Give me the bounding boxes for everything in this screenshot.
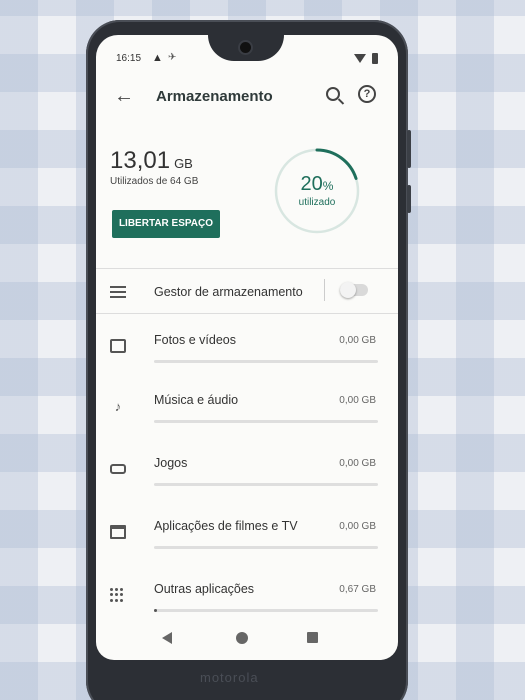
usage-percent-value: 20 (300, 173, 323, 195)
divider (96, 313, 398, 314)
category-bar (154, 420, 378, 423)
category-bar (154, 546, 378, 549)
category-size: 0,00 GB (339, 458, 376, 469)
film-icon (110, 525, 126, 539)
gamepad-icon (110, 464, 126, 474)
category-bar-fill (154, 609, 157, 612)
used-of-total: Utilizados de 64 GB (110, 176, 199, 187)
category-label: Aplicações de filmes e TV (154, 519, 298, 533)
category-label: Música e áudio (154, 393, 239, 407)
category-row-music[interactable]: ♪ Música e áudio 0,00 GB (96, 385, 398, 445)
category-bar (154, 609, 378, 612)
list-icon (110, 286, 126, 301)
brand-logo: motorola (200, 670, 259, 685)
page-title: Armazenamento (156, 88, 273, 105)
separator (324, 279, 325, 301)
nav-recents-icon[interactable] (307, 632, 318, 643)
nav-back-icon[interactable] (162, 632, 172, 644)
help-icon[interactable]: ? (358, 85, 376, 103)
category-label: Fotos e vídeos (154, 333, 236, 347)
music-note-icon: ♪ (114, 399, 122, 414)
used-value: 13,01 (110, 147, 171, 174)
usage-label: utilizado (298, 197, 336, 208)
photo-icon (110, 339, 126, 353)
storage-manager-label[interactable]: Gestor de armazenamento (154, 285, 303, 299)
phone-screen: 16:15 ▲ ✈ ← Armazenamento ? 13,01 GB Util… (96, 35, 398, 660)
no-sim-icon: ✈ (168, 52, 177, 63)
category-size: 0,00 GB (339, 395, 376, 406)
category-size: 0,67 GB (339, 584, 376, 595)
back-arrow-icon[interactable]: ← (114, 85, 134, 108)
power-button (407, 185, 411, 213)
camera-icon (240, 42, 251, 53)
used-unit: GB (174, 156, 193, 171)
apps-grid-icon (110, 588, 124, 602)
battery-icon (372, 53, 378, 64)
search-icon[interactable] (326, 87, 340, 101)
wifi-icon (354, 54, 366, 63)
category-row-movies[interactable]: Aplicações de filmes e TV 0,00 GB (96, 511, 398, 571)
app-bar: ← Armazenamento ? (96, 77, 398, 117)
status-time: 16:15 (116, 53, 142, 64)
category-bar (154, 360, 378, 363)
nav-home-icon[interactable] (236, 632, 248, 644)
status-bar: 16:15 ▲ ✈ (116, 52, 378, 69)
volume-button (407, 130, 411, 168)
warning-icon: ▲ (152, 52, 163, 64)
usage-percent-sign: % (322, 179, 334, 193)
storage-manager-toggle[interactable] (340, 282, 368, 298)
free-up-space-button[interactable]: LIBERTAR ESPAÇO (112, 210, 220, 238)
navigation-bar (96, 620, 398, 660)
category-bar (154, 483, 378, 486)
category-size: 0,00 GB (339, 521, 376, 532)
used-storage: 13,01 GB (110, 147, 193, 175)
category-size: 0,00 GB (339, 335, 376, 346)
category-label: Jogos (154, 456, 188, 470)
category-row-photos[interactable]: Fotos e vídeos 0,00 GB (96, 325, 398, 385)
category-row-games[interactable]: Jogos 0,00 GB (96, 448, 398, 508)
category-label: Outras aplicações (154, 582, 255, 596)
divider (96, 268, 398, 269)
usage-percent: 20% (272, 173, 362, 196)
